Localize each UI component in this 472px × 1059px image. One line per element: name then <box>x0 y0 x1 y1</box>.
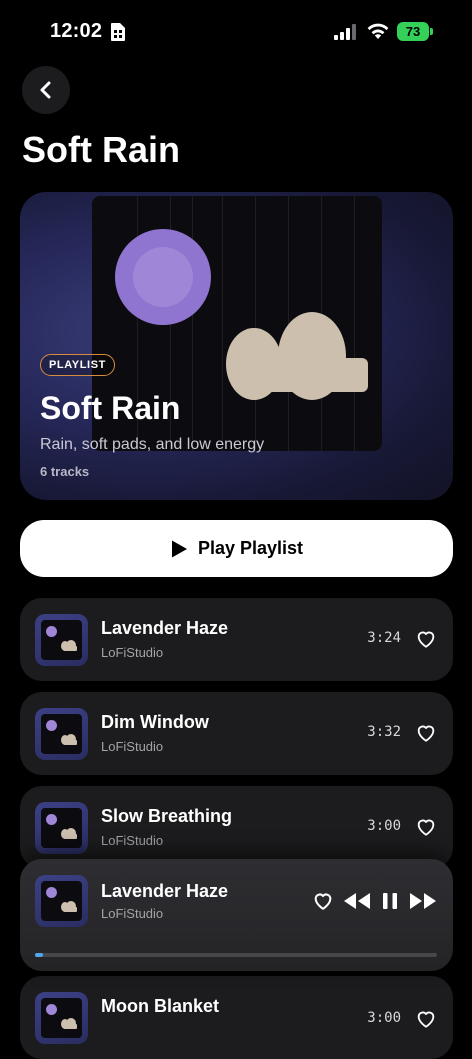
track-row[interactable]: Moon Blanket 3:00 <box>20 976 453 1059</box>
track-row[interactable]: Dim Window LoFiStudio 3:32 <box>20 692 453 775</box>
now-playing-title: Lavender Haze <box>101 881 229 901</box>
track-artist: LoFiStudio <box>101 645 164 660</box>
back-chevron-icon <box>40 81 51 99</box>
heart-icon[interactable] <box>415 628 437 650</box>
track-duration: 3:00 <box>367 818 401 834</box>
playlist-title: Soft Rain <box>40 390 181 426</box>
track-title: Moon Blanket <box>101 996 220 1016</box>
page-title: Soft Rain <box>22 129 180 170</box>
heart-icon[interactable] <box>312 890 334 912</box>
track-thumbnail <box>35 614 88 666</box>
track-artist: LoFiStudio <box>101 739 164 754</box>
track-artist: LoFiStudio <box>101 833 164 848</box>
signal-icon <box>334 24 356 40</box>
rewind-icon[interactable] <box>343 892 371 910</box>
battery-level: 73 <box>405 24 421 39</box>
now-playing-bar[interactable]: Lavender Haze LoFiStudio <box>20 859 453 971</box>
heart-icon[interactable] <box>415 722 437 744</box>
battery-nub <box>430 28 433 35</box>
playlist-description: Rain, soft pads, and low energy <box>40 436 265 453</box>
battery-icon: 73 <box>397 22 429 41</box>
playlist-badge: PLAYLIST <box>40 354 115 376</box>
wifi-icon <box>367 23 389 39</box>
track-title: Lavender Haze <box>101 618 229 638</box>
back-button[interactable] <box>22 66 70 114</box>
fast-forward-icon[interactable] <box>409 892 437 910</box>
track-thumbnail <box>35 802 88 854</box>
playback-progress-bar[interactable] <box>35 953 437 957</box>
heart-icon[interactable] <box>415 816 437 838</box>
now-playing-thumbnail <box>35 875 88 927</box>
sim-card-icon <box>111 23 125 41</box>
artwork-moon-icon <box>115 229 211 325</box>
now-playing-artist: LoFiStudio <box>101 906 164 921</box>
track-thumbnail <box>35 708 88 760</box>
artwork-cloud-icon <box>226 312 368 400</box>
track-title: Dim Window <box>101 712 209 732</box>
play-icon <box>171 540 187 557</box>
track-row[interactable]: Lavender Haze LoFiStudio 3:24 <box>20 598 453 681</box>
play-playlist-button[interactable]: Play Playlist <box>20 520 453 577</box>
pause-icon[interactable] <box>382 892 398 910</box>
track-duration: 3:32 <box>367 724 401 740</box>
play-playlist-label: Play Playlist <box>197 538 304 558</box>
track-row[interactable]: Slow Breathing LoFiStudio 3:00 <box>20 786 453 869</box>
heart-icon[interactable] <box>415 1008 437 1030</box>
track-duration: 3:24 <box>367 630 401 646</box>
status-bar: 12:02 73 <box>0 0 472 64</box>
track-title: Slow Breathing <box>101 806 233 826</box>
status-time: 12:02 <box>50 20 103 42</box>
track-thumbnail <box>35 992 88 1044</box>
track-count: 6 tracks <box>40 464 90 479</box>
playback-progress-fill <box>35 953 44 957</box>
playlist-hero-card: PLAYLIST Soft Rain Rain, soft pads, and … <box>20 192 453 500</box>
